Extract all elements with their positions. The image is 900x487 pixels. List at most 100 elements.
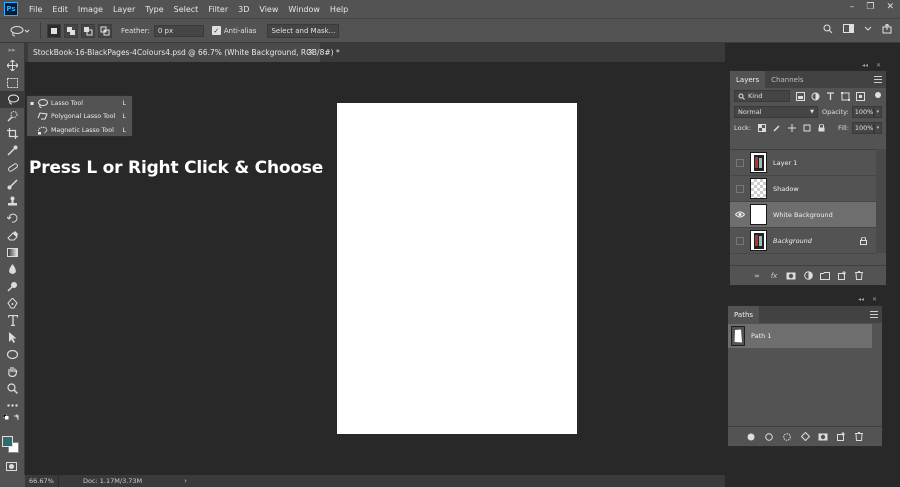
feather-input[interactable]: 0 px — [153, 24, 204, 37]
menu-help[interactable]: Help — [325, 5, 353, 14]
tab-layers[interactable]: Layers — [730, 71, 766, 88]
tool-preset-picker[interactable] — [6, 22, 34, 40]
panel-menu-icon[interactable] — [870, 311, 878, 318]
menu-type[interactable]: Type — [140, 5, 168, 14]
clone-stamp-tool[interactable] — [0, 193, 25, 210]
type-tool[interactable] — [0, 312, 25, 329]
minimize-icon[interactable]: – — [850, 2, 855, 12]
quick-mask-icon[interactable] — [6, 462, 17, 471]
layer-row[interactable]: Shadow — [730, 176, 877, 202]
close-tab-icon[interactable]: × — [307, 47, 314, 56]
dodge-tool[interactable] — [0, 278, 25, 295]
menu-file[interactable]: File — [24, 5, 47, 14]
shape-filter-icon[interactable] — [841, 91, 850, 101]
healing-brush-tool[interactable] — [0, 159, 25, 176]
adjustment-filter-icon[interactable] — [811, 92, 820, 101]
layer-row[interactable]: Layer 1 — [730, 150, 877, 176]
add-mask-icon[interactable] — [818, 432, 828, 442]
smart-object-filter-icon[interactable] — [856, 91, 865, 101]
flyout-item-polygonal-lasso[interactable]: Polygonal Lasso Tool L — [27, 111, 132, 124]
menu-layer[interactable]: Layer — [108, 5, 140, 14]
menu-3d[interactable]: 3D — [233, 5, 254, 14]
type-filter-icon[interactable] — [826, 91, 835, 101]
edit-toolbar-button[interactable] — [0, 397, 25, 414]
zoom-level[interactable]: 66.67% — [25, 475, 59, 487]
lock-artboard-icon[interactable] — [802, 124, 811, 133]
select-and-mask-button[interactable]: Select and Mask... — [267, 23, 340, 38]
crop-tool[interactable] — [0, 125, 25, 142]
path-row[interactable]: Path 1 — [728, 324, 872, 348]
menu-window[interactable]: Window — [283, 5, 325, 14]
eyedropper-tool[interactable] — [0, 142, 25, 159]
pixel-filter-icon[interactable] — [796, 91, 805, 101]
stroke-path-icon[interactable] — [764, 432, 774, 442]
adjustment-layer-icon[interactable] — [803, 271, 813, 281]
hand-tool[interactable] — [0, 363, 25, 380]
blur-tool[interactable] — [0, 261, 25, 278]
eraser-tool[interactable] — [0, 227, 25, 244]
anti-alias-checkbox[interactable]: ✓ — [211, 26, 221, 35]
new-selection-button[interactable] — [47, 23, 61, 38]
fill-path-icon[interactable] — [746, 432, 756, 442]
quick-selection-tool[interactable] — [0, 108, 25, 125]
delete-path-icon[interactable] — [854, 432, 864, 442]
paths-panel-grip[interactable]: ◂◂ ✕ — [727, 295, 883, 304]
default-colors-icon[interactable] — [3, 414, 9, 420]
restore-icon[interactable]: ❐ — [866, 2, 874, 12]
layer-row[interactable]: White Background — [730, 202, 877, 228]
pen-tool[interactable] — [0, 295, 25, 312]
panel-menu-icon[interactable] — [874, 76, 882, 83]
layers-panel-grip[interactable]: ◂◂ ✕ — [729, 61, 887, 70]
close-panel-icon[interactable]: ✕ — [872, 296, 877, 303]
fx-icon[interactable]: fx — [769, 271, 779, 281]
marquee-tool[interactable] — [0, 74, 25, 91]
status-menu-arrow[interactable]: › — [184, 477, 187, 485]
collapse-icon[interactable]: ◂◂ — [858, 296, 864, 303]
fill-slider-toggle[interactable]: ▾ — [873, 122, 882, 134]
intersect-selection-button[interactable] — [98, 23, 112, 38]
lock-position-icon[interactable] — [787, 124, 796, 133]
zoom-tool[interactable] — [0, 380, 25, 397]
lock-transparent-icon[interactable] — [757, 124, 766, 133]
document-canvas[interactable] — [337, 103, 577, 434]
opacity-slider-toggle[interactable]: ▾ — [873, 106, 882, 118]
load-selection-icon[interactable] — [782, 432, 792, 442]
menu-edit[interactable]: Edit — [47, 5, 73, 14]
tab-channels[interactable]: Channels — [765, 71, 809, 88]
add-selection-button[interactable] — [64, 23, 78, 38]
visibility-toggle[interactable] — [735, 158, 745, 168]
add-mask-icon[interactable] — [786, 271, 796, 281]
flyout-item-lasso[interactable]: ▪ Lasso Tool L — [27, 97, 132, 110]
tab-paths[interactable]: Paths — [728, 306, 760, 323]
menu-image[interactable]: Image — [73, 5, 108, 14]
document-tab[interactable]: StockBook-16-BlackPages-4Colours4.psd @ … — [28, 43, 340, 62]
new-path-icon[interactable] — [836, 432, 846, 442]
collapse-icon[interactable]: ◂◂ — [862, 62, 868, 69]
swap-colors-icon[interactable] — [13, 414, 20, 421]
shape-tool[interactable] — [0, 346, 25, 363]
filter-kind-select[interactable]: Kind — [734, 90, 790, 102]
flyout-item-magnetic-lasso[interactable]: Magnetic Lasso Tool L — [27, 124, 132, 137]
layer-row[interactable]: Background — [730, 228, 877, 254]
menu-filter[interactable]: Filter — [203, 5, 233, 14]
path-selection-tool[interactable] — [0, 329, 25, 346]
toolbar-grip[interactable]: ▸▸ — [0, 43, 24, 57]
lock-all-icon[interactable] — [817, 124, 826, 133]
visibility-toggle[interactable] — [735, 236, 745, 246]
new-layer-icon[interactable] — [837, 271, 847, 281]
new-group-icon[interactable] — [820, 271, 830, 281]
blend-mode-select[interactable]: Normal ▼ — [734, 106, 818, 118]
foreground-color-swatch[interactable] — [2, 436, 13, 447]
opacity-input[interactable]: 100% — [851, 106, 874, 118]
make-work-path-icon[interactable] — [800, 432, 810, 442]
chevron-down-icon[interactable] — [864, 26, 872, 32]
search-icon[interactable] — [823, 24, 833, 34]
close-panel-icon[interactable]: ✕ — [876, 62, 881, 69]
share-icon[interactable] — [882, 24, 892, 34]
visibility-toggle[interactable] — [735, 210, 745, 220]
move-tool[interactable] — [0, 57, 25, 74]
layers-scrollbar[interactable] — [876, 149, 886, 253]
subtract-selection-button[interactable] — [81, 23, 95, 38]
lasso-tool[interactable] — [0, 91, 25, 108]
gradient-tool[interactable] — [0, 244, 25, 261]
